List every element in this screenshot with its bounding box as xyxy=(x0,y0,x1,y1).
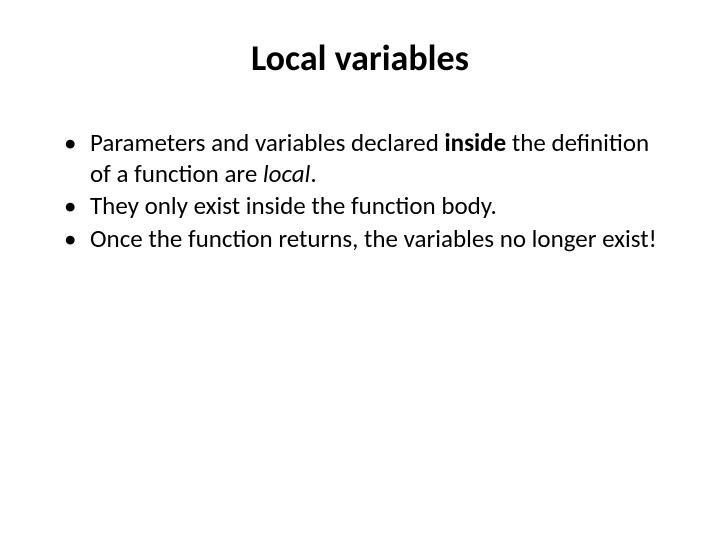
bullet-text-emph2: local xyxy=(263,158,310,189)
list-item: Once the function returns, the variables… xyxy=(64,224,672,255)
bullet-text-pre: Once the function returns, the variables… xyxy=(90,223,657,254)
slide-title: Local variables xyxy=(48,36,672,80)
bullet-text-post: . xyxy=(310,158,316,189)
bullet-list: Parameters and variables declared inside… xyxy=(48,128,672,254)
bullet-text-emph: inside xyxy=(445,127,507,158)
list-item: Parameters and variables declared inside… xyxy=(64,128,672,189)
slide: Local variables Parameters and variables… xyxy=(0,0,720,540)
bullet-text-pre: Parameters and variables declared xyxy=(90,127,445,158)
list-item: They only exist inside the function body… xyxy=(64,191,672,222)
bullet-text-pre: They only exist inside the function body… xyxy=(90,190,497,221)
